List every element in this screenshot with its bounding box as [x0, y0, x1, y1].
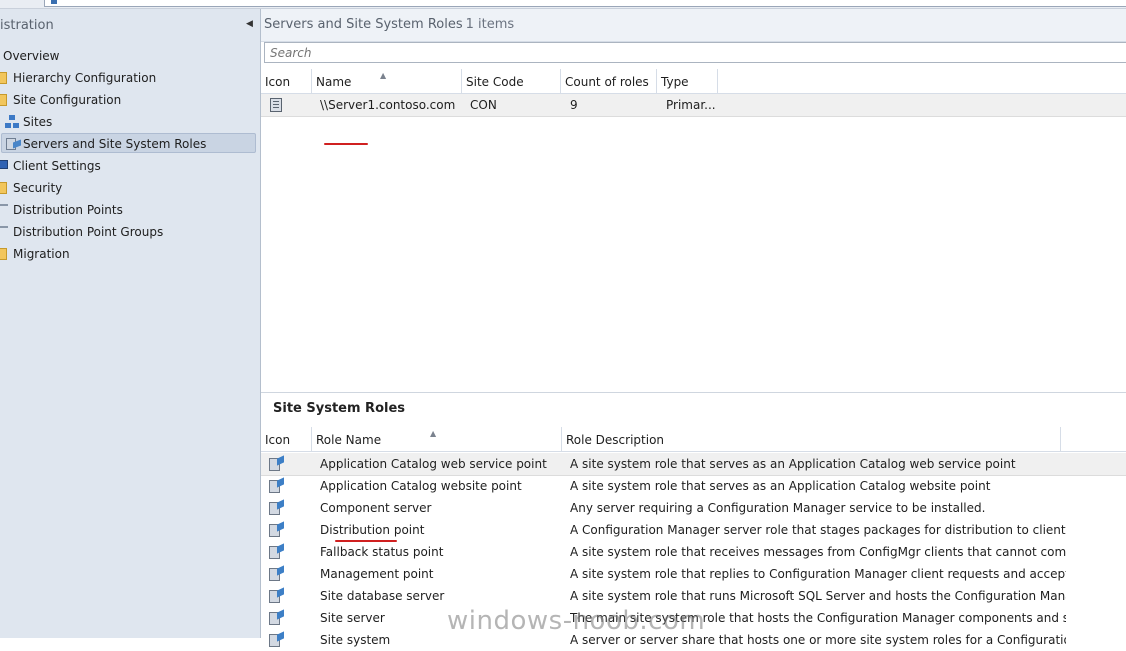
table-row[interactable]: Distribution point A Configuration Manage…: [261, 519, 1126, 541]
cell-role-description: A site system role that serves as an App…: [570, 479, 991, 493]
site-system-role-icon: [269, 521, 285, 538]
table-row[interactable]: \\Server1.contoso.com CON 9 Primar...: [261, 94, 1126, 117]
collapse-pane-icon[interactable]: ◀: [246, 19, 253, 29]
nav-item-label: Sites: [23, 115, 53, 129]
cell-type: Primar...: [666, 98, 716, 112]
folder-icon: [0, 94, 7, 106]
distribution-point-icon: [0, 204, 8, 216]
table-row[interactable]: Management point A site system role that …: [261, 563, 1126, 585]
address-bar[interactable]: [44, 0, 1126, 7]
red-underline-annotation: [324, 143, 368, 145]
site-system-role-icon: [269, 477, 285, 494]
nav-item-label: Hierarchy Configuration: [13, 71, 157, 85]
sites-icon: [5, 115, 19, 129]
nav-item-label: Servers and Site System Roles: [23, 137, 207, 151]
navigation-pane: istration ◀ Overview Hierarchy Configura…: [0, 9, 261, 638]
site-system-role-icon: [269, 609, 285, 626]
column-header-type[interactable]: Type: [657, 69, 718, 93]
search-input[interactable]: [265, 43, 1126, 62]
site-system-role-icon: [269, 499, 285, 516]
roles-pane-title: Site System Roles: [273, 401, 406, 416]
server-icon: [270, 98, 282, 112]
site-system-role-icon: [269, 543, 285, 560]
folder-icon: [0, 72, 7, 84]
main-header: Servers and Site System Roles 1 items: [261, 9, 1126, 42]
site-system-role-icon: [269, 565, 285, 582]
cell-role-description: A site system role that runs Microsoft S…: [570, 589, 1066, 603]
nav-item-distribution-point-groups[interactable]: Distribution Point Groups: [0, 222, 258, 242]
top-toolbar-strip: [0, 0, 1126, 9]
folder-icon: [0, 182, 7, 194]
servers-grid-header: Icon ▲ Name Site Code Count of roles Typ…: [261, 69, 1126, 94]
page-title: Servers and Site System Roles 1 items: [264, 17, 514, 32]
nav-item-label: Distribution Points: [13, 203, 123, 217]
column-header-role-name[interactable]: ▲ Role Name: [312, 427, 562, 451]
nav-item-hierarchy-configuration[interactable]: Hierarchy Configuration: [0, 68, 258, 88]
nav-header: istration ◀: [0, 17, 258, 37]
sort-ascending-icon: ▲: [430, 429, 437, 438]
cell-site-code: CON: [470, 98, 497, 112]
cell-role-name: Distribution point: [320, 523, 425, 537]
site-system-role-icon: [269, 631, 285, 648]
site-system-role-icon: [269, 455, 285, 472]
nav-item-label: Distribution Point Groups: [13, 225, 164, 239]
search-box[interactable]: [264, 42, 1126, 63]
nav-item-label: Site Configuration: [13, 93, 122, 107]
nav-item-label: Migration: [13, 247, 70, 261]
nav-header-title: istration: [0, 18, 54, 33]
nav-item-site-configuration[interactable]: Site Configuration: [0, 90, 258, 110]
breadcrumb-icon: [51, 0, 57, 4]
watermark: windows-noob.com: [447, 606, 706, 636]
nav-item-client-settings[interactable]: Client Settings: [0, 156, 258, 176]
column-header-icon[interactable]: Icon: [261, 69, 312, 93]
table-row[interactable]: Site database server A site system role t…: [261, 585, 1126, 607]
cell-role-name: Site database server: [320, 589, 445, 603]
nav-item-distribution-points[interactable]: Distribution Points: [0, 200, 258, 220]
table-row[interactable]: Fallback status point A site system role …: [261, 541, 1126, 563]
nav-item-label: Security: [13, 181, 63, 195]
nav-item-servers-and-site-system-roles[interactable]: Servers and Site System Roles: [1, 133, 256, 153]
cell-role-name: Fallback status point: [320, 545, 444, 559]
server-role-icon: [6, 137, 22, 151]
cell-role-name: Application Catalog web service point: [320, 457, 547, 471]
client-settings-icon: [0, 160, 8, 169]
nav-item-label: Overview: [3, 49, 60, 63]
column-header-icon[interactable]: Icon: [261, 427, 312, 451]
cell-role-description: A site system role that receives message…: [570, 545, 1066, 559]
cell-name: \\Server1.contoso.com: [320, 98, 456, 112]
table-row[interactable]: Application Catalog website point A site …: [261, 475, 1126, 497]
table-row[interactable]: Component server Any server requiring a C…: [261, 497, 1126, 519]
cell-count-of-roles: 9: [570, 98, 578, 112]
cell-role-description: A Configuration Manager server role that…: [570, 523, 1066, 537]
column-header-role-description[interactable]: Role Description: [562, 427, 1061, 451]
roles-grid-header: Icon ▲ Role Name Role Description: [261, 427, 1126, 452]
cell-role-name: Component server: [320, 501, 432, 515]
cell-role-name: Management point: [320, 567, 434, 581]
sort-ascending-icon: ▲: [380, 71, 387, 80]
cell-role-description: A site system role that replies to Confi…: [570, 567, 1066, 581]
item-count: 1 items: [465, 17, 515, 32]
nav-item-sites[interactable]: Sites: [0, 112, 258, 132]
nav-item-label: Client Settings: [13, 159, 101, 173]
site-system-role-icon: [269, 587, 285, 604]
table-row[interactable]: Application Catalog web service point A s…: [261, 453, 1126, 476]
column-header-name-label: Name: [316, 75, 352, 89]
column-header-name[interactable]: ▲ Name: [312, 69, 462, 93]
nav-item-overview[interactable]: Overview: [0, 46, 258, 66]
column-header-site-code[interactable]: Site Code: [462, 69, 561, 93]
nav-item-security[interactable]: Security: [0, 178, 258, 198]
cell-role-description: A site system role that serves as an App…: [570, 457, 1016, 471]
page-title-text: Servers and Site System Roles: [264, 17, 463, 32]
folder-icon: [0, 248, 7, 260]
distribution-point-group-icon: [0, 226, 8, 238]
nav-item-migration[interactable]: Migration: [0, 244, 258, 264]
cell-role-description: Any server requiring a Configuration Man…: [570, 501, 986, 515]
column-header-count-of-roles[interactable]: Count of roles: [561, 69, 657, 93]
column-header-role-name-label: Role Name: [316, 433, 382, 447]
main-content: Servers and Site System Roles1 items Ico…: [261, 9, 1126, 647]
cell-role-name: Application Catalog website point: [320, 479, 522, 493]
site-system-roles-pane: Site System Roles Icon ▲ Role Name Role …: [261, 392, 1126, 647]
